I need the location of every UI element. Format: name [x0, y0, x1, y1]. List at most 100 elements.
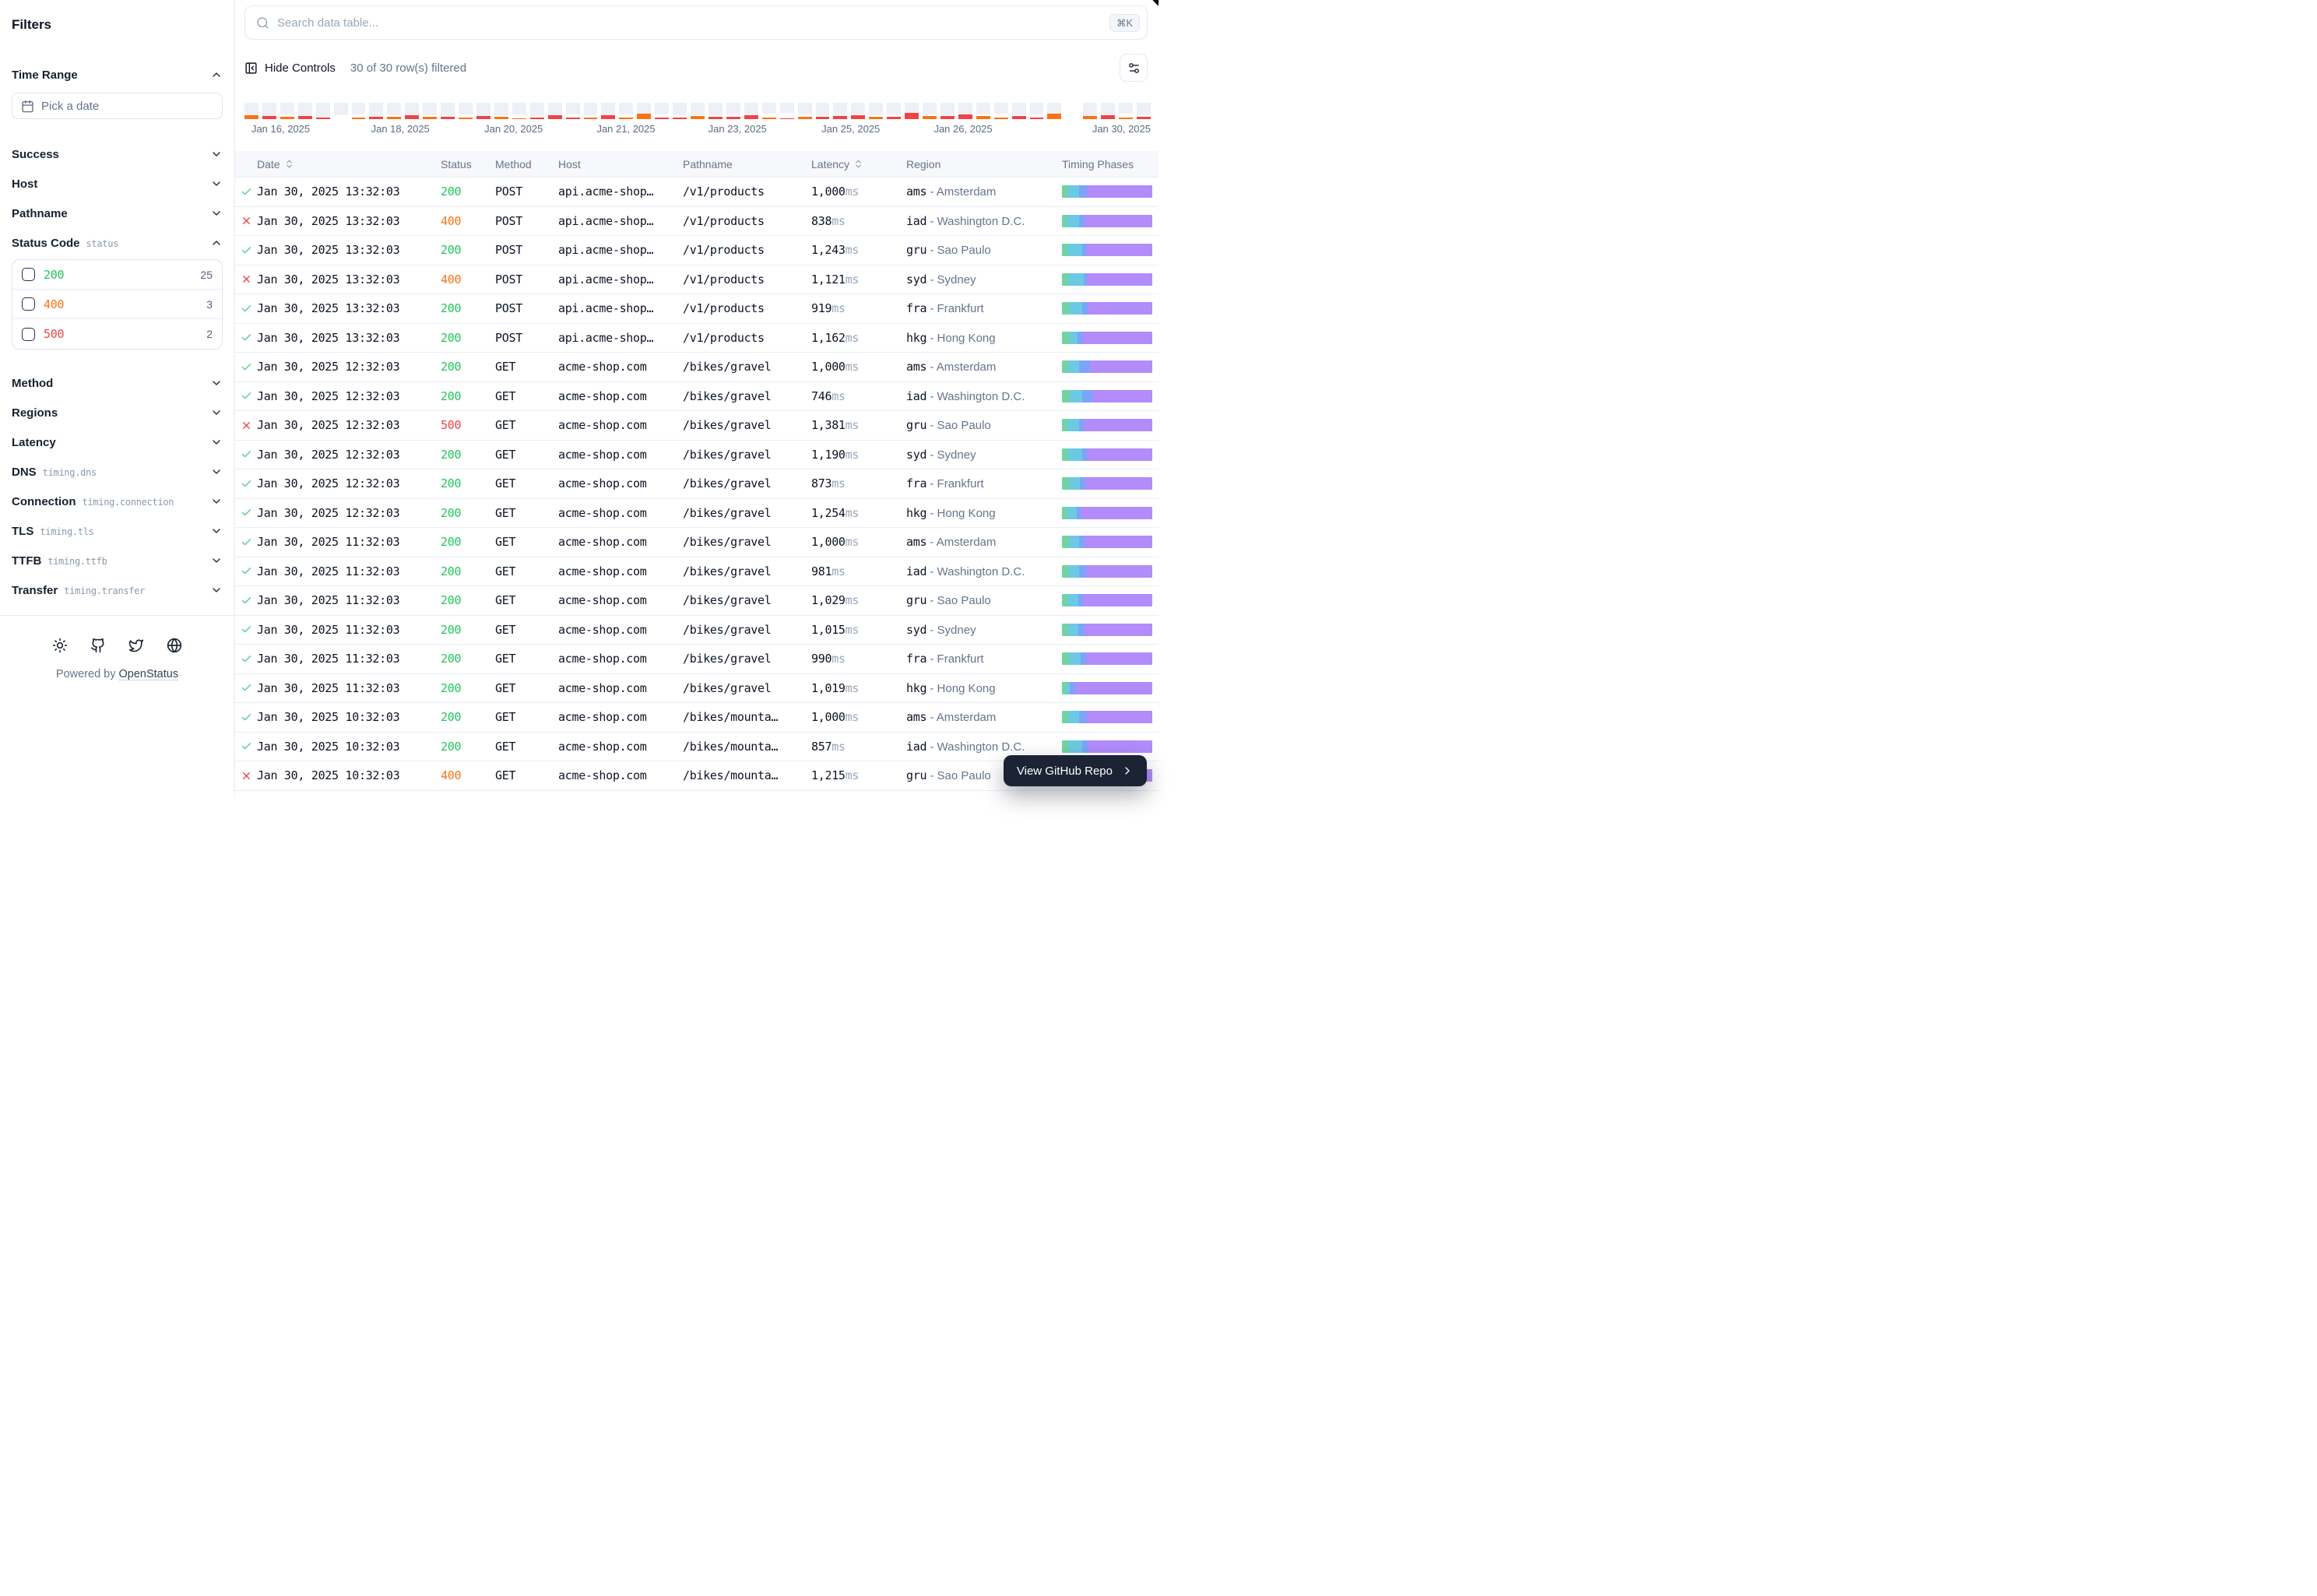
- sidebar-item-pathname[interactable]: Pathname: [12, 206, 223, 221]
- sidebar-item-host[interactable]: Host: [12, 176, 223, 192]
- table-row[interactable]: Jan 30, 2025 13:32:03200POSTapi.acme-sho…: [235, 324, 1158, 353]
- column-header-label: Status: [441, 158, 472, 170]
- success-check-icon: [235, 712, 257, 723]
- sidebar-item-time-range[interactable]: Time Range: [12, 67, 223, 83]
- search-input[interactable]: [277, 16, 1102, 30]
- timeline-bar-total: [352, 103, 366, 114]
- table-row[interactable]: Jan 30, 2025 11:32:03200GETacme-shop.com…: [235, 616, 1158, 645]
- section-label: TLS: [12, 525, 33, 538]
- cell-method: GET: [495, 740, 558, 754]
- sidebar-item-ttfb[interactable]: TTFBtiming.ttfb: [12, 553, 223, 568]
- phase-connection: [1068, 448, 1081, 461]
- timeline-bar-errors: [1137, 117, 1151, 119]
- checkbox-500[interactable]: [22, 328, 35, 341]
- cell-date: Jan 30, 2025 11:32:03: [257, 681, 441, 695]
- table-row[interactable]: Jan 30, 2025 11:32:03200GETacme-shop.com…: [235, 528, 1158, 557]
- sidebar-item-status-code[interactable]: Status Codestatus: [12, 235, 223, 251]
- sun-icon[interactable]: [51, 637, 69, 654]
- region-name: - Sydney: [926, 273, 976, 287]
- status-filter-200[interactable]: 20025: [12, 260, 222, 290]
- table-row[interactable]: Jan 30, 2025 11:32:03200GETacme-shop.com…: [235, 674, 1158, 704]
- phase-connection: [1068, 624, 1078, 636]
- timeline-bar: [637, 103, 651, 119]
- column-header-date[interactable]: Date: [257, 158, 441, 170]
- timeline-bar-errors: [584, 118, 598, 119]
- table-row[interactable]: Jan 30, 2025 12:32:03200GETacme-shop.com…: [235, 382, 1158, 412]
- timeline-bar-total: [1101, 103, 1115, 115]
- cell-status: 200: [441, 243, 495, 257]
- cell-pathname: /v1/products: [683, 243, 811, 257]
- table-row[interactable]: Jan 30, 2025 12:32:03200GETacme-shop.com…: [235, 469, 1158, 499]
- sidebar-item-transfer[interactable]: Transfertiming.transfer: [12, 582, 223, 598]
- section-label: Host: [12, 178, 37, 191]
- view-settings-button[interactable]: [1120, 54, 1148, 82]
- timeline-bar-total: [1030, 103, 1044, 114]
- sidebar-item-latency[interactable]: Latency: [12, 434, 223, 450]
- status-filter-400[interactable]: 4003: [12, 290, 222, 319]
- calendar-icon: [21, 100, 34, 113]
- table-row[interactable]: Jan 30, 2025 13:32:03400POSTapi.acme-sho…: [235, 265, 1158, 295]
- column-header-timing-phases: Timing Phases: [1062, 158, 1158, 170]
- checkbox-400[interactable]: [22, 297, 35, 311]
- latency-unit: ms: [832, 214, 845, 228]
- date-picker-input[interactable]: Pick a date: [12, 93, 223, 119]
- table-row[interactable]: Jan 30, 2025 11:32:03200GETacme-shop.com…: [235, 557, 1158, 587]
- cell-status: 200: [441, 360, 495, 374]
- sidebar-sections-mid: Success Host Pathname Status Codestatus: [12, 146, 223, 251]
- table-row[interactable]: Jan 30, 2025 13:32:03200POSTapi.acme-sho…: [235, 236, 1158, 265]
- column-header-latency[interactable]: Latency: [811, 158, 906, 170]
- phase-tls: [1070, 682, 1075, 694]
- table-row[interactable]: Jan 30, 2025 12:32:03200GETacme-shop.com…: [235, 353, 1158, 382]
- section-sublabel: timing.dns: [43, 467, 97, 478]
- region-name: - Washington D.C.: [926, 740, 1025, 754]
- sidebar-item-dns[interactable]: DNStiming.dns: [12, 464, 223, 480]
- table-row[interactable]: Jan 30, 2025 13:32:03200POSTapi.acme-sho…: [235, 294, 1158, 324]
- cell-region: iad - Washington D.C.: [906, 389, 1062, 403]
- table-row[interactable]: Jan 30, 2025 13:32:03200POSTapi.acme-sho…: [235, 178, 1158, 207]
- sidebar-item-connection[interactable]: Connectiontiming.connection: [12, 494, 223, 509]
- openstatus-link[interactable]: OpenStatus: [119, 668, 179, 680]
- chevron-up-icon: [210, 69, 223, 81]
- table-row[interactable]: Jan 30, 2025 11:32:03200GETacme-shop.com…: [235, 645, 1158, 674]
- cell-latency: 873ms: [811, 476, 906, 490]
- table-row[interactable]: Jan 30, 2025 12:32:03200GETacme-shop.com…: [235, 499, 1158, 529]
- timing-phases-bar: [1062, 273, 1152, 286]
- column-header-method: Method: [495, 158, 558, 170]
- github-icon[interactable]: [90, 637, 107, 654]
- sidebar-item-tls[interactable]: TLStiming.tls: [12, 523, 223, 539]
- status-filter-500[interactable]: 5002: [12, 319, 222, 349]
- timeline-bar-errors: [744, 115, 758, 119]
- cell-pathname: /bikes/mounta…: [683, 710, 811, 724]
- timeline-bar: [334, 103, 348, 119]
- timeline-bar: [441, 103, 455, 119]
- latency-unit: ms: [846, 185, 859, 199]
- table-row[interactable]: Jan 30, 2025 13:32:03400POSTapi.acme-sho…: [235, 207, 1158, 237]
- view-github-repo-button[interactable]: View GitHub Repo: [1004, 755, 1147, 786]
- sidebar-item-success[interactable]: Success: [12, 146, 223, 162]
- cell-status: 200: [441, 506, 495, 520]
- cell-region: gru - Sao Paulo: [906, 593, 1062, 607]
- checkbox-200[interactable]: [22, 268, 35, 281]
- table-row[interactable]: Jan 30, 2025 12:32:03200GETacme-shop.com…: [235, 441, 1158, 470]
- twitter-icon[interactable]: [128, 637, 145, 654]
- column-header-status: Status: [441, 158, 495, 170]
- timeline-bar: [887, 103, 901, 119]
- timeline-bar-total: [869, 103, 883, 115]
- region-code: gru: [906, 593, 926, 607]
- cell-latency: 990ms: [811, 652, 906, 666]
- cell-status: 200: [441, 301, 495, 315]
- status-count: 2: [206, 328, 213, 340]
- latency-value: 1,162: [811, 331, 846, 345]
- timeline-bar-errors: [887, 117, 901, 119]
- phase-dns: [1062, 565, 1068, 578]
- sidebar-item-regions[interactable]: Regions: [12, 405, 223, 420]
- cell-pathname: /bikes/mounta…: [683, 740, 811, 754]
- globe-icon[interactable]: [166, 637, 183, 654]
- hide-controls-button[interactable]: Hide Controls: [244, 62, 336, 75]
- table-row[interactable]: Jan 30, 2025 11:32:03200GETacme-shop.com…: [235, 586, 1158, 616]
- cell-timing-phases: [1062, 273, 1158, 286]
- table-row[interactable]: Jan 30, 2025 10:32:03200GETacme-shop.com…: [235, 703, 1158, 733]
- sidebar-item-method[interactable]: Method: [12, 375, 223, 391]
- latency-value: 746: [811, 389, 832, 403]
- table-row[interactable]: Jan 30, 2025 12:32:03500GETacme-shop.com…: [235, 411, 1158, 441]
